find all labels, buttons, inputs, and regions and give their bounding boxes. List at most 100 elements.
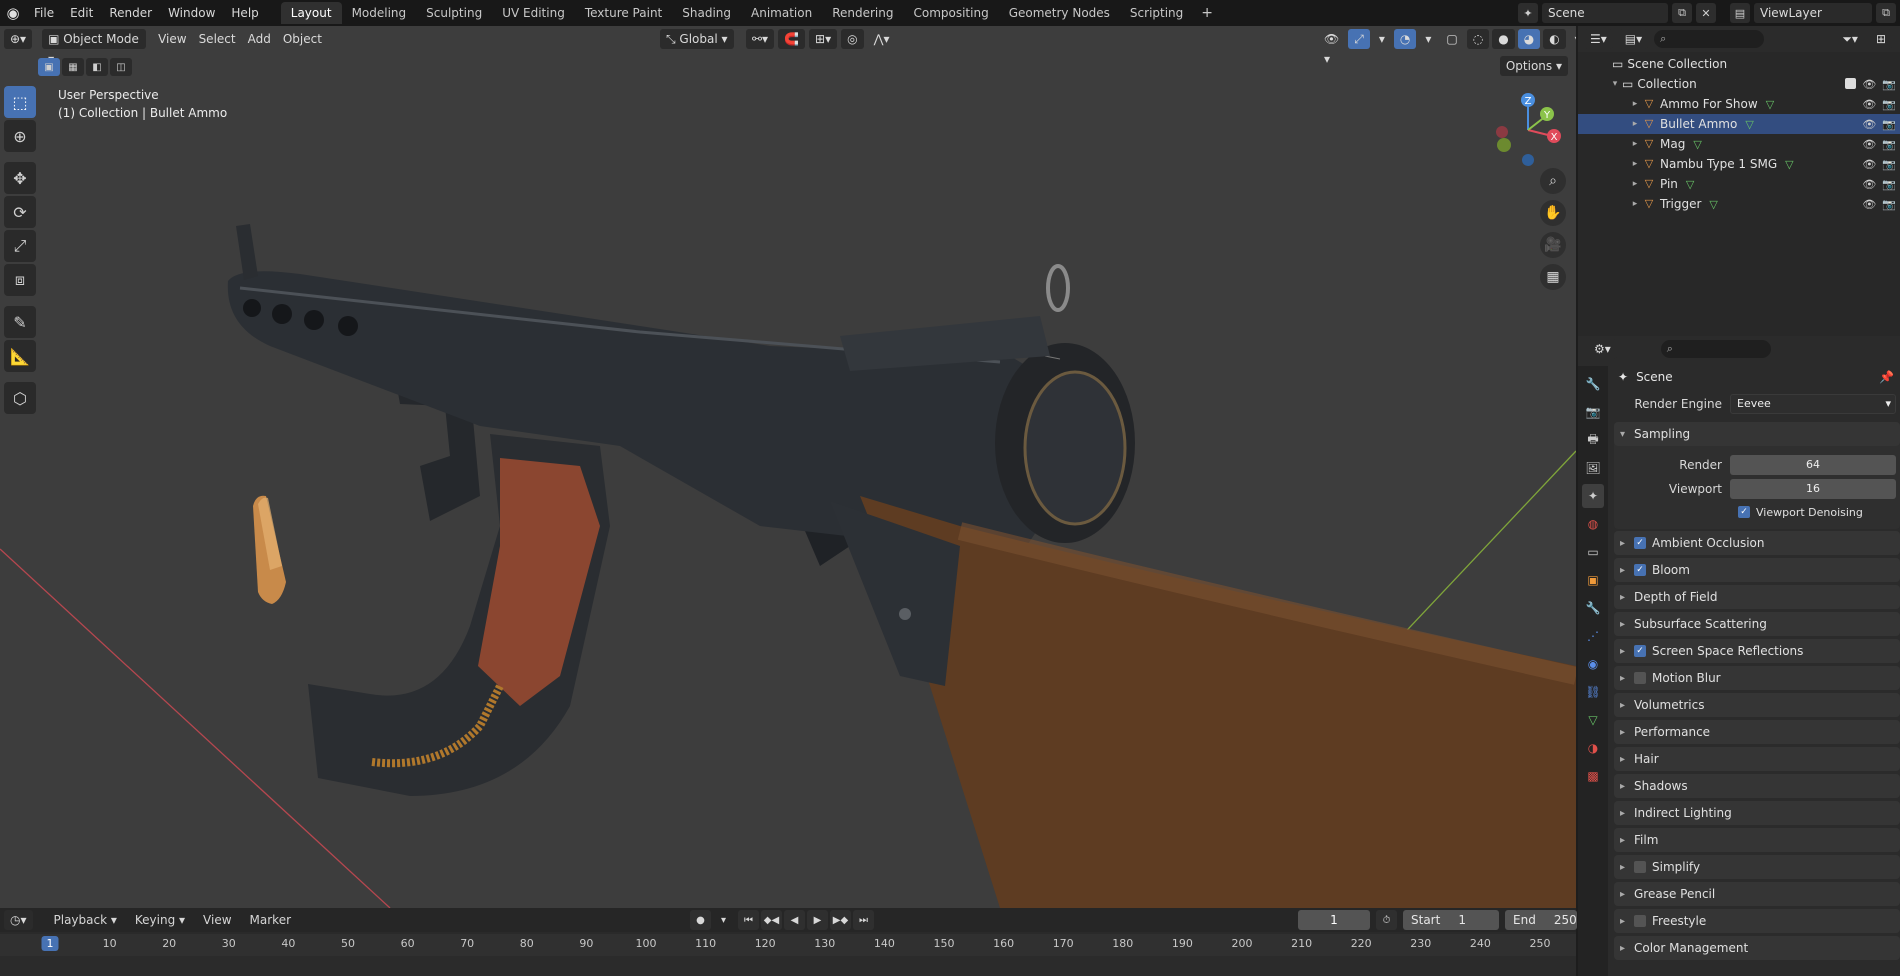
transform-tool-icon[interactable]: ⧈ <box>4 264 36 296</box>
viewport-menu-view[interactable]: View <box>152 29 192 49</box>
select-subtract-icon[interactable]: ◧ <box>86 58 108 76</box>
outliner-editor-type-button[interactable]: ☰▾ <box>1584 29 1613 49</box>
new-scene-icon[interactable]: ⧉ <box>1672 3 1692 23</box>
outliner-object-pin[interactable]: ▸ ▽ Pin ▽ 👁 📷 <box>1578 174 1900 194</box>
transform-orientation-selector[interactable]: ⤡ Global ▾ <box>660 29 734 49</box>
frame-ruler[interactable]: 1 10 20 30 40 50 60 70 80 90 100 110 120 130 140 150 160… <box>0 934 1576 956</box>
select-new-icon[interactable]: ▣ <box>38 58 60 76</box>
add-workspace-button[interactable]: + <box>1193 5 1221 21</box>
render-engine-select[interactable]: Eevee ▾ <box>1730 394 1896 414</box>
panel-header-screen-space-reflections[interactable]: ▸ ✓ Screen Space Reflections <box>1614 639 1900 663</box>
particles-tab-icon[interactable]: ⋰ <box>1582 624 1604 648</box>
camera-icon[interactable]: 📷 <box>1882 78 1896 91</box>
visibility-icon[interactable]: 👁▾ <box>1318 29 1345 66</box>
jump-start-icon[interactable]: ⏮ <box>738 910 759 930</box>
eye-icon[interactable]: 👁 <box>1862 98 1876 111</box>
display-mode-button[interactable]: ▤▾ <box>1618 29 1649 49</box>
pan-hand-icon[interactable]: ✋ <box>1540 200 1566 226</box>
zoom-icon[interactable]: ⌕ <box>1540 168 1566 194</box>
panel-header-simplify[interactable]: ▸ Simplify <box>1614 855 1900 879</box>
gizmo-toggle-icon[interactable]: ⤢ <box>1348 29 1370 49</box>
play-icon[interactable]: ▶ <box>807 910 828 930</box>
timeline-body[interactable] <box>0 956 1576 976</box>
view-layer-tab-icon[interactable]: 🖼 <box>1582 456 1604 480</box>
snap-target-icon[interactable]: ⊞▾ <box>809 29 838 49</box>
overlay-toggle-icon[interactable]: ◔ <box>1393 29 1417 49</box>
shading-dropdown-icon[interactable]: ▾ <box>1569 29 1576 49</box>
delete-scene-icon[interactable]: ✕ <box>1696 3 1716 23</box>
panel-checkbox-freestyle[interactable] <box>1634 915 1646 927</box>
panel-checkbox-bloom[interactable]: ✓ <box>1634 564 1646 576</box>
panel-header-depth-of-field[interactable]: ▸ Depth of Field <box>1614 585 1900 609</box>
panel-header-hair[interactable]: ▸ Hair <box>1614 747 1900 771</box>
panel-header-freestyle[interactable]: ▸ Freestyle <box>1614 909 1900 933</box>
menu-help[interactable]: Help <box>223 0 266 26</box>
panel-header-indirect-lighting[interactable]: ▸ Indirect Lighting <box>1614 801 1900 825</box>
select-box-tool-icon[interactable]: ⬚ <box>4 86 36 118</box>
options-button[interactable]: Options ▾ <box>1499 56 1568 76</box>
panel-checkbox-screen-space-reflections[interactable]: ✓ <box>1634 645 1646 657</box>
data-tab-icon[interactable]: ▽ <box>1582 708 1604 732</box>
sampling-panel-header[interactable]: ▾ Sampling <box>1614 422 1900 446</box>
outliner-search-input[interactable] <box>1654 30 1765 48</box>
outliner-collection[interactable]: ▾ ▭ Collection 👁 📷 <box>1578 74 1900 94</box>
outliner-scene-collection[interactable]: ▭ Scene Collection <box>1578 54 1900 74</box>
neg-x-axis-handle[interactable] <box>1496 126 1508 138</box>
tool-tab-icon[interactable]: 🔧 <box>1582 372 1604 396</box>
tab-scripting[interactable]: Scripting <box>1120 2 1193 24</box>
panel-checkbox-ambient-occlusion[interactable]: ✓ <box>1634 537 1646 549</box>
pin-icon[interactable]: 📌 <box>1879 370 1894 384</box>
properties-editor-type-button[interactable]: ⚙▾ <box>1588 339 1617 359</box>
camera-icon[interactable]: 📷 <box>1882 198 1896 211</box>
neg-z-axis-handle[interactable] <box>1522 154 1534 166</box>
neg-y-axis-handle[interactable] <box>1497 138 1511 152</box>
eye-icon[interactable]: 👁 <box>1862 118 1876 131</box>
prev-keyframe-icon[interactable]: ◆◀ <box>761 910 782 930</box>
exclude-checkbox[interactable] <box>1845 77 1857 89</box>
mode-selector[interactable]: ▣ Object Mode ▾ <box>42 29 147 66</box>
eye-icon[interactable]: 👁 <box>1862 138 1876 151</box>
filter-icon[interactable]: ⏷▾ <box>1836 29 1864 49</box>
outliner-object-bullet-ammo[interactable]: ▸ ▽ Bullet Ammo ▽ 👁 📷 <box>1578 114 1900 134</box>
panel-header-shadows[interactable]: ▸ Shadows <box>1614 774 1900 798</box>
view-layer-field[interactable]: ViewLayer <box>1754 3 1872 23</box>
nambu-type-1-smg-object[interactable] <box>227 224 1135 556</box>
tab-compositing[interactable]: Compositing <box>903 2 998 24</box>
new-collection-icon[interactable]: ⊞ <box>1869 29 1892 49</box>
tab-rendering[interactable]: Rendering <box>822 2 903 24</box>
camera-view-icon[interactable]: 🎥 <box>1540 232 1566 258</box>
outliner-object-ammo-for-show[interactable]: ▸ ▽ Ammo For Show ▽ 👁 📷 <box>1578 94 1900 114</box>
solid-shading-icon[interactable]: ● <box>1492 29 1515 49</box>
move-tool-icon[interactable]: ✥ <box>4 162 36 194</box>
panel-checkbox-motion-blur[interactable] <box>1634 672 1646 684</box>
tab-modeling[interactable]: Modeling <box>342 2 417 24</box>
tab-animation[interactable]: Animation <box>741 2 822 24</box>
panel-header-subsurface-scattering[interactable]: ▸ Subsurface Scattering <box>1614 612 1900 636</box>
eye-icon[interactable]: 👁 <box>1862 78 1876 91</box>
tab-sculpting[interactable]: Sculpting <box>416 2 492 24</box>
scene-tab-icon[interactable]: ✦ <box>1582 484 1604 508</box>
add-cube-tool-icon[interactable]: ⬡ <box>4 382 36 414</box>
outliner-object-nambu-type-1-smg[interactable]: ▸ ▽ Nambu Type 1 SMG ▽ 👁 📷 <box>1578 154 1900 174</box>
xray-icon[interactable]: ▢ <box>1440 29 1463 49</box>
camera-icon[interactable]: 📷 <box>1882 118 1896 131</box>
blender-logo-icon[interactable]: ◉ <box>0 0 26 26</box>
viewport-menu-add[interactable]: Add <box>242 29 277 49</box>
constraints-tab-icon[interactable]: ⛓ <box>1582 680 1604 704</box>
gizmo-dropdown-icon[interactable]: ▾ <box>1373 29 1391 49</box>
timeline-menu-playback[interactable]: Playback ▾ <box>45 913 126 927</box>
scene-name-field[interactable]: Scene <box>1542 3 1668 23</box>
tab-layout[interactable]: Layout <box>280 2 342 24</box>
panel-header-color-management[interactable]: ▸ Color Management <box>1614 936 1900 960</box>
rendered-shading-icon[interactable]: ◐ <box>1543 29 1566 49</box>
eye-icon[interactable]: 👁 <box>1862 178 1876 191</box>
auto-keying-icon[interactable]: ● <box>690 910 711 930</box>
overlay-dropdown-icon[interactable]: ▾ <box>1419 29 1437 49</box>
next-keyframe-icon[interactable]: ▶◆ <box>830 910 851 930</box>
falloff-icon[interactable]: ⋀▾ <box>868 29 896 49</box>
end-frame-field[interactable]: End 250 <box>1505 910 1577 930</box>
viewport-menu-select[interactable]: Select <box>193 29 242 49</box>
preview-range-icon[interactable]: ⏱ <box>1376 910 1397 930</box>
expand-arrow-icon[interactable]: ▸ <box>1628 159 1642 169</box>
panel-header-motion-blur[interactable]: ▸ Motion Blur <box>1614 666 1900 690</box>
